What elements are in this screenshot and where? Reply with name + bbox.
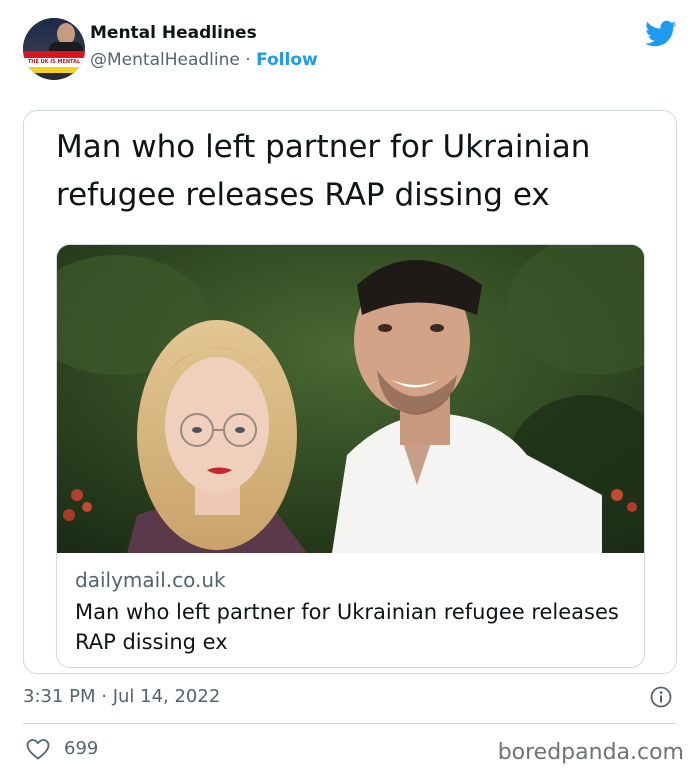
twitter-bird-icon[interactable]	[645, 20, 677, 48]
display-name[interactable]: Mental Headlines	[90, 23, 257, 43]
link-title: Man who left partner for Ukrainian refug…	[75, 600, 619, 654]
separator: ·	[245, 50, 251, 70]
info-icon[interactable]	[650, 686, 672, 708]
tweet-card: THE UK IS MENTAL Mental Headlines @Menta…	[0, 0, 700, 777]
handle-row: @MentalHeadline · Follow	[90, 50, 318, 70]
timestamp[interactable]: 3:31 PM · Jul 14, 2022	[23, 686, 220, 707]
follow-button[interactable]: Follow	[256, 50, 318, 70]
tweet-header: THE UK IS MENTAL Mental Headlines @Menta…	[23, 18, 677, 80]
divider	[23, 723, 677, 724]
link-preview[interactable]: dailymail.co.uk Man who left partner for…	[56, 244, 645, 668]
watermark: boredpanda.com	[497, 740, 684, 765]
avatar[interactable]: THE UK IS MENTAL	[23, 18, 85, 80]
article-photo	[57, 245, 644, 553]
handle[interactable]: @MentalHeadline	[90, 50, 240, 70]
link-domain: dailymail.co.uk	[75, 568, 226, 592]
avatar-text: THE UK IS MENTAL	[27, 59, 81, 65]
like-count: 699	[64, 738, 99, 759]
quoted-card[interactable]: Man who left partner for Ukrainian refug…	[23, 110, 677, 674]
heart-icon[interactable]	[26, 738, 50, 760]
card-headline: Man who left partner for Ukrainian refug…	[56, 129, 591, 213]
